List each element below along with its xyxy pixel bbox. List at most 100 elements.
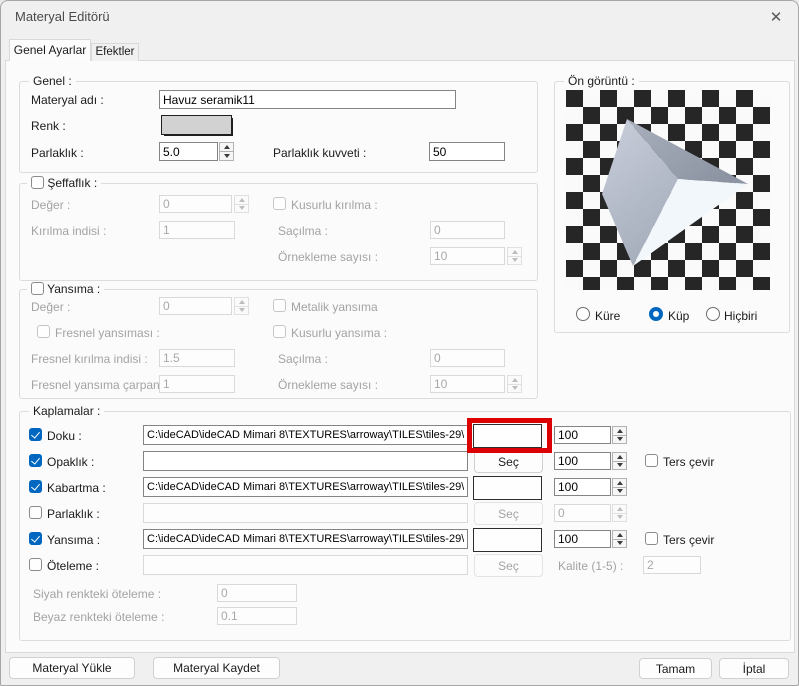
kusurlu-kirilma-checkbox[interactable] [273, 197, 286, 210]
materyal-adi-input[interactable] [159, 90, 456, 109]
radio-hicbiri[interactable] [706, 307, 720, 321]
kabartma-texture-preview-button[interactable] [473, 476, 542, 500]
yansima-ornekleme-label: Örnekleme sayısı : [278, 378, 378, 392]
material-preview-render [566, 90, 770, 290]
radio-kup[interactable] [649, 307, 663, 321]
spin-down-icon[interactable] [234, 306, 249, 316]
fresnel-kirilma-input[interactable] [159, 349, 235, 367]
parlaklik-percent-input[interactable] [554, 504, 611, 522]
seffaflik-checkbox[interactable] [31, 176, 44, 189]
yansima-ornekleme-input[interactable] [430, 375, 505, 393]
opaklik-percent-spinner[interactable] [612, 452, 627, 470]
material-editor-dialog: Materyal Editörü ✕ Genel Ayarlar Efektle… [0, 0, 799, 686]
opaklik-checkbox[interactable] [29, 454, 42, 467]
oteleme-path-input[interactable] [143, 555, 468, 575]
kabartma-label: Kabartma : [47, 481, 106, 495]
materyal-yukle-button[interactable]: Materyal Yükle [9, 657, 135, 679]
beyaz-oteleme-label: Beyaz renkteki öteleme : [33, 610, 164, 624]
parlaklik-input[interactable] [159, 142, 218, 161]
seffaflik-caption: Şeffaflık : [47, 176, 97, 190]
kirilma-indisi-input[interactable] [159, 221, 235, 239]
kabartma-percent-input[interactable] [554, 478, 611, 496]
doku-percent-input[interactable] [554, 426, 611, 444]
close-icon[interactable]: ✕ [766, 7, 786, 27]
spin-down-icon[interactable] [234, 204, 249, 214]
ornekleme-spinner[interactable] [507, 247, 522, 265]
opaklik-percent-input[interactable] [554, 452, 611, 470]
group-genel-caption: Genel : [29, 74, 76, 88]
parlaklik-doku-checkbox[interactable] [29, 506, 42, 519]
yansima-sacilma-input[interactable] [430, 349, 505, 367]
radio-kure[interactable] [576, 307, 590, 321]
fresnel-carpani-input[interactable] [159, 375, 235, 393]
parlaklik-spinner[interactable] [219, 142, 234, 161]
materyal-kaydet-button[interactable]: Materyal Kaydet [153, 657, 280, 679]
oteleme-checkbox[interactable] [29, 558, 42, 571]
spin-down-icon[interactable] [612, 487, 627, 497]
deger-input[interactable] [159, 195, 232, 213]
kalite-input[interactable] [643, 556, 701, 574]
doku-texture-preview-button[interactable] [473, 424, 542, 448]
yansima-deger-spinner[interactable] [234, 297, 249, 315]
tab-genel-ayarlar[interactable]: Genel Ayarlar [9, 39, 91, 61]
yansima-deger-input[interactable] [159, 297, 232, 315]
yansima-ters-cevir-checkbox[interactable] [645, 532, 658, 545]
yansima-texture-preview-button[interactable] [473, 528, 542, 552]
opaklik-ters-cevir-checkbox[interactable] [645, 454, 658, 467]
radio-kup-label: Küp [668, 309, 689, 323]
yansima-doku-label: Yansıma : [47, 533, 100, 547]
spin-down-icon[interactable] [612, 513, 627, 523]
doku-label: Doku : [47, 429, 82, 443]
ornekleme-input[interactable] [430, 247, 505, 265]
parlaklik-doku-label: Parlaklık : [47, 507, 100, 521]
parlaklik-kuvveti-input[interactable] [429, 142, 505, 161]
parlaklik-kuvveti-label: Parlaklık kuvveti : [273, 146, 366, 160]
kabartma-percent-spinner[interactable] [612, 478, 627, 496]
spin-down-icon[interactable] [507, 384, 522, 394]
parlaklik-label: Parlaklık : [31, 146, 84, 160]
materyal-adi-label: Materyal adı : [31, 93, 104, 107]
deger-spinner[interactable] [234, 195, 249, 213]
yansima-percent-spinner[interactable] [612, 530, 627, 548]
group-kaplamalar-caption: Kaplamalar : [29, 404, 104, 418]
parlaklik-path-input[interactable] [143, 503, 468, 523]
opaklik-path-input[interactable] [143, 451, 468, 471]
renk-color-swatch[interactable] [161, 115, 232, 135]
doku-checkbox[interactable] [29, 428, 42, 441]
doku-percent-spinner[interactable] [612, 426, 627, 444]
kusurlu-yansima-checkbox[interactable] [273, 325, 286, 338]
metalik-yansima-checkbox[interactable] [273, 299, 286, 312]
group-kaplamalar [19, 411, 791, 641]
parlaklik-percent-spinner[interactable] [612, 504, 627, 522]
yansima-checkbox[interactable] [31, 282, 44, 295]
parlaklik-sec-button[interactable]: Seç [474, 502, 543, 525]
fresnel-yansimasi-checkbox[interactable] [37, 325, 50, 338]
dialog-title: Materyal Editörü [15, 9, 110, 24]
yansima-doku-checkbox[interactable] [29, 532, 42, 545]
opaklik-ters-cevir-label: Ters çevir [663, 455, 714, 469]
sacilma-input[interactable] [430, 221, 505, 239]
opaklik-label: Opaklık : [47, 455, 94, 469]
fresnel-kirilma-label: Fresnel kırılma indisi : [31, 352, 148, 366]
kabartma-path-input[interactable] [143, 477, 468, 497]
yansima-percent-input[interactable] [554, 530, 611, 548]
spin-down-icon[interactable] [612, 539, 627, 549]
tamam-button[interactable]: Tamam [639, 658, 712, 679]
spin-down-icon[interactable] [219, 151, 234, 161]
yansima-ornekleme-spinner[interactable] [507, 375, 522, 393]
kabartma-checkbox[interactable] [29, 480, 42, 493]
opaklik-sec-button[interactable]: Seç [474, 450, 543, 473]
doku-path-input[interactable] [143, 425, 468, 445]
siyah-oteleme-label: Siyah renkteki öteleme : [33, 587, 161, 601]
radio-hicbiri-label: Hiçbiri [724, 309, 757, 323]
spin-down-icon[interactable] [612, 435, 627, 445]
yansima-path-input[interactable] [143, 529, 468, 549]
spin-down-icon[interactable] [507, 256, 522, 266]
iptal-button[interactable]: İptal [719, 658, 789, 679]
siyah-oteleme-input[interactable] [217, 584, 297, 602]
oteleme-sec-button[interactable]: Seç [474, 554, 543, 577]
oteleme-label: Öteleme : [47, 559, 99, 573]
spin-down-icon[interactable] [612, 461, 627, 471]
beyaz-oteleme-input[interactable] [217, 607, 297, 625]
tab-efektler[interactable]: Efektler [91, 43, 139, 61]
